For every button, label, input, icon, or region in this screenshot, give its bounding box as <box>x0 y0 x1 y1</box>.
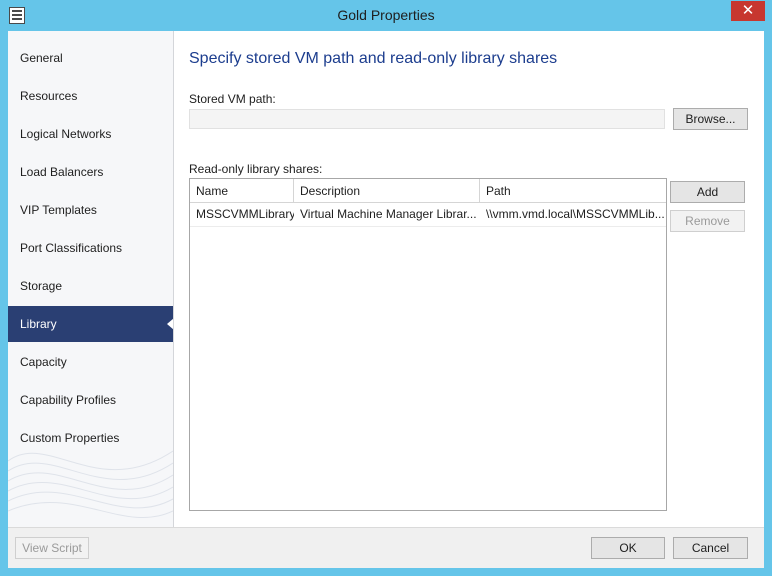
sidebar-item-port-classifications[interactable]: Port Classifications <box>8 230 173 266</box>
column-header-path[interactable]: Path <box>480 179 666 203</box>
page-title: Specify stored VM path and read-only lib… <box>189 50 558 67</box>
sidebar-item-load-balancers[interactable]: Load Balancers <box>8 154 173 190</box>
sidebar-item-custom-properties[interactable]: Custom Properties <box>8 420 173 456</box>
sidebar-item-storage[interactable]: Storage <box>8 268 173 304</box>
browse-button[interactable]: Browse... <box>673 108 748 130</box>
close-icon: ✕ <box>741 2 755 19</box>
sidebar-item-resources[interactable]: Resources <box>8 78 173 114</box>
view-script-button[interactable]: View Script <box>15 537 89 559</box>
sidebar-nav: General Resources Logical Networks Load … <box>8 31 173 527</box>
cell-description: Virtual Machine Manager Librar... <box>300 207 477 221</box>
grid-header: Name Description Path <box>190 179 666 203</box>
window-title: Gold Properties <box>337 7 435 23</box>
dialog-footer: View Script OK Cancel <box>8 527 764 568</box>
properties-window: Gold Properties ✕ General Resources Logi… <box>0 0 772 576</box>
sidebar-item-capacity[interactable]: Capacity <box>8 344 173 380</box>
sidebar-item-general[interactable]: General <box>8 40 173 76</box>
sidebar-item-library[interactable]: Library <box>8 306 173 342</box>
library-shares-label: Read-only library shares: <box>189 162 323 176</box>
table-row[interactable]: MSSCVMMLibrary Virtual Machine Manager L… <box>190 203 666 227</box>
dialog-client-area: General Resources Logical Networks Load … <box>8 31 764 568</box>
title-bar[interactable]: Gold Properties ✕ <box>0 0 772 32</box>
add-button[interactable]: Add <box>670 181 745 203</box>
sidebar-item-label: Library <box>20 317 57 331</box>
ok-button[interactable]: OK <box>591 537 665 559</box>
library-shares-grid[interactable]: Name Description Path MSSCVMMLibrary Vir… <box>189 178 667 511</box>
cell-name: MSSCVMMLibrary <box>196 207 294 221</box>
remove-button[interactable]: Remove <box>670 210 745 232</box>
sidebar-item-vip-templates[interactable]: VIP Templates <box>8 192 173 228</box>
library-page: Specify stored VM path and read-only lib… <box>174 31 764 527</box>
column-header-name[interactable]: Name <box>190 179 294 203</box>
sidebar-item-logical-networks[interactable]: Logical Networks <box>8 116 173 152</box>
column-header-description[interactable]: Description <box>294 179 480 203</box>
stored-vm-path-label: Stored VM path: <box>189 92 276 106</box>
cell-path: \\vmm.vmd.local\MSSCVMMLib... <box>486 207 665 221</box>
close-button[interactable]: ✕ <box>731 1 765 21</box>
sidebar-item-capability-profiles[interactable]: Capability Profiles <box>8 382 173 418</box>
stored-vm-path-input[interactable] <box>189 109 665 129</box>
cancel-button[interactable]: Cancel <box>673 537 748 559</box>
